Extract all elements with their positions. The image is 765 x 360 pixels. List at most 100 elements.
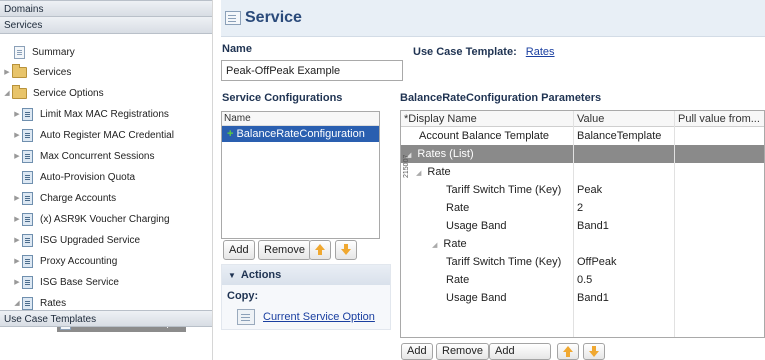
tree-item-proxy-accounting[interactable]: ▶ Proxy Accounting [12,253,117,270]
actions-panel: ▼ Actions Copy: Current Service Option [221,264,391,330]
parameters-table: *Display Name Value Pull value from... A… [400,110,765,338]
tree-item-limit-max-mac[interactable]: ▶ Limit Max MAC Registrations [12,106,169,123]
add-type-select[interactable]: Add [489,343,551,360]
chevron-right-icon[interactable]: ▶ [2,64,12,81]
service-option-icon [22,297,33,310]
table-row[interactable]: ◢ Rate [401,235,764,253]
chevron-right-icon[interactable]: ▶ [12,190,22,207]
param-name: Usage Band [446,292,507,304]
left-navigation: Domains Services Summary ▶ Services ◢ Se… [0,0,213,360]
param-name-text: Rates (List) [417,148,474,160]
table-row[interactable]: Rate 0.5 [401,271,764,289]
parameter-move-up-button[interactable] [557,343,579,360]
move-down-button[interactable] [335,240,357,260]
tree-item-auto-register-mac[interactable]: ▶ Auto Register MAC Credential [12,127,174,144]
column-header-pull-value[interactable]: Pull value from... [678,111,760,127]
table-row[interactable]: Usage Band Band1 [401,289,764,307]
tree-item-label: Services [33,67,72,78]
list-column-header: Name [222,112,379,126]
copy-service-icon[interactable] [237,309,255,325]
use-case-template-link[interactable]: Rates [526,46,555,58]
tree-item-label: ISG Upgraded Service [40,235,141,246]
tree-item-isg-upgraded[interactable]: ▶ ISG Upgraded Service [12,232,140,249]
nav-section-use-case-templates[interactable]: Use Case Templates [0,310,212,327]
chevron-right-icon[interactable]: ▶ [12,148,22,165]
move-up-button[interactable] [309,240,331,260]
param-name-text: Rate [443,238,467,250]
table-row[interactable]: Usage Band Band1 [401,217,764,235]
chevron-right-icon[interactable]: ▶ [12,106,22,123]
service-option-icon [22,255,33,268]
param-value: 0.5 [577,274,593,286]
service-option-icon [22,150,33,163]
chevron-down-icon[interactable]: ◢ [2,85,12,102]
tree-item-service-options[interactable]: ◢ Service Options [2,85,104,102]
param-name: Rate [446,202,470,214]
service-option-icon [22,276,33,289]
add-configuration-button[interactable]: Add [223,240,255,260]
tree-item-label: Auto-Provision Quota [40,172,136,183]
tree-item-label: Service Options [33,88,104,99]
tree-item-isg-base[interactable]: ▶ ISG Base Service [12,274,119,291]
param-name: ◢ Rates (List) [406,145,474,165]
tree-item-services[interactable]: ▶ Services [2,64,71,81]
table-row-group[interactable]: ◢ Rates (List) [401,145,764,165]
chevron-right-icon[interactable]: ▶ [12,211,22,228]
tree-item-charge-accounts[interactable]: ▶ Charge Accounts [12,190,116,207]
remove-configuration-button[interactable]: Remove [258,240,311,260]
param-name-text: Rate [427,166,451,178]
column-divider [674,111,675,337]
param-name: Tariff Switch Time (Key) [446,256,562,268]
table-header-row: *Display Name Value Pull value from... [401,111,764,127]
tree-item-auto-provision-quota[interactable]: Auto-Provision Quota [22,169,135,186]
nav-section-services[interactable]: Services [0,17,212,34]
parameter-move-down-button[interactable] [583,343,605,360]
param-name: ◢ Rate [416,163,451,183]
table-row[interactable]: Rate 2 [401,199,764,217]
main-content: Service Name Use Case Template: Rates Se… [221,0,765,360]
actions-header[interactable]: ▼ Actions [222,265,390,285]
chevron-right-icon[interactable]: ▶ [12,127,22,144]
column-header-display-name[interactable]: *Display Name [404,111,477,127]
service-option-icon [22,234,33,247]
tree-item-summary[interactable]: Summary [14,44,75,61]
table-row[interactable]: ◢ Rate [401,163,764,183]
page-title: Service [245,9,302,26]
column-header-value[interactable]: Value [577,111,604,127]
chevron-down-icon: ◢ [432,242,438,249]
param-value: OffPeak [577,256,617,268]
copy-current-service-option-link[interactable]: Current Service Option [263,311,375,323]
service-option-icon [22,129,33,142]
table-row[interactable]: Tariff Switch Time (Key) OffPeak [401,253,764,271]
chevron-right-icon[interactable]: ▶ [12,253,22,270]
table-row[interactable]: Account Balance Template BalanceTemplate [401,127,764,145]
tree-item-label: Auto Register MAC Credential [40,130,174,141]
list-item[interactable]: + BalanceRateConfiguration [222,126,379,142]
param-name: Account Balance Template [419,130,550,142]
tree-item-asr9k-voucher[interactable]: ▶ (x) ASR9K Voucher Charging [12,211,170,228]
service-name-input[interactable] [221,60,403,81]
arrow-down-icon [341,244,351,255]
use-case-template-row: Use Case Template: Rates [413,46,555,58]
name-label: Name [222,43,252,55]
chevron-right-icon[interactable]: ▶ [12,232,22,249]
services-tree: Summary ▶ Services ◢ Service Options ▶ L… [0,34,212,332]
tree-item-max-concurrent-sessions[interactable]: ▶ Max Concurrent Sessions [12,148,155,165]
side-note: 215007 [403,154,410,178]
service-configurations-list[interactable]: Name + BalanceRateConfiguration [221,111,380,239]
remove-parameter-button[interactable]: Remove [436,343,489,360]
list-item-label: BalanceRateConfiguration [236,128,365,140]
document-icon [14,46,25,59]
param-value: BalanceTemplate [577,130,662,142]
service-option-icon [22,192,33,205]
nav-section-domains[interactable]: Domains [0,0,212,17]
column-divider [573,111,574,337]
add-parameter-button[interactable]: Add [401,343,433,360]
tree-item-label: Charge Accounts [40,193,117,204]
table-row[interactable]: Tariff Switch Time (Key) Peak [401,181,764,199]
param-name: Usage Band [446,220,507,232]
chevron-right-icon[interactable]: ▶ [12,274,22,291]
parameters-label: BalanceRateConfiguration Parameters [400,92,602,104]
service-option-icon [22,213,33,226]
param-name: Tariff Switch Time (Key) [446,184,562,196]
